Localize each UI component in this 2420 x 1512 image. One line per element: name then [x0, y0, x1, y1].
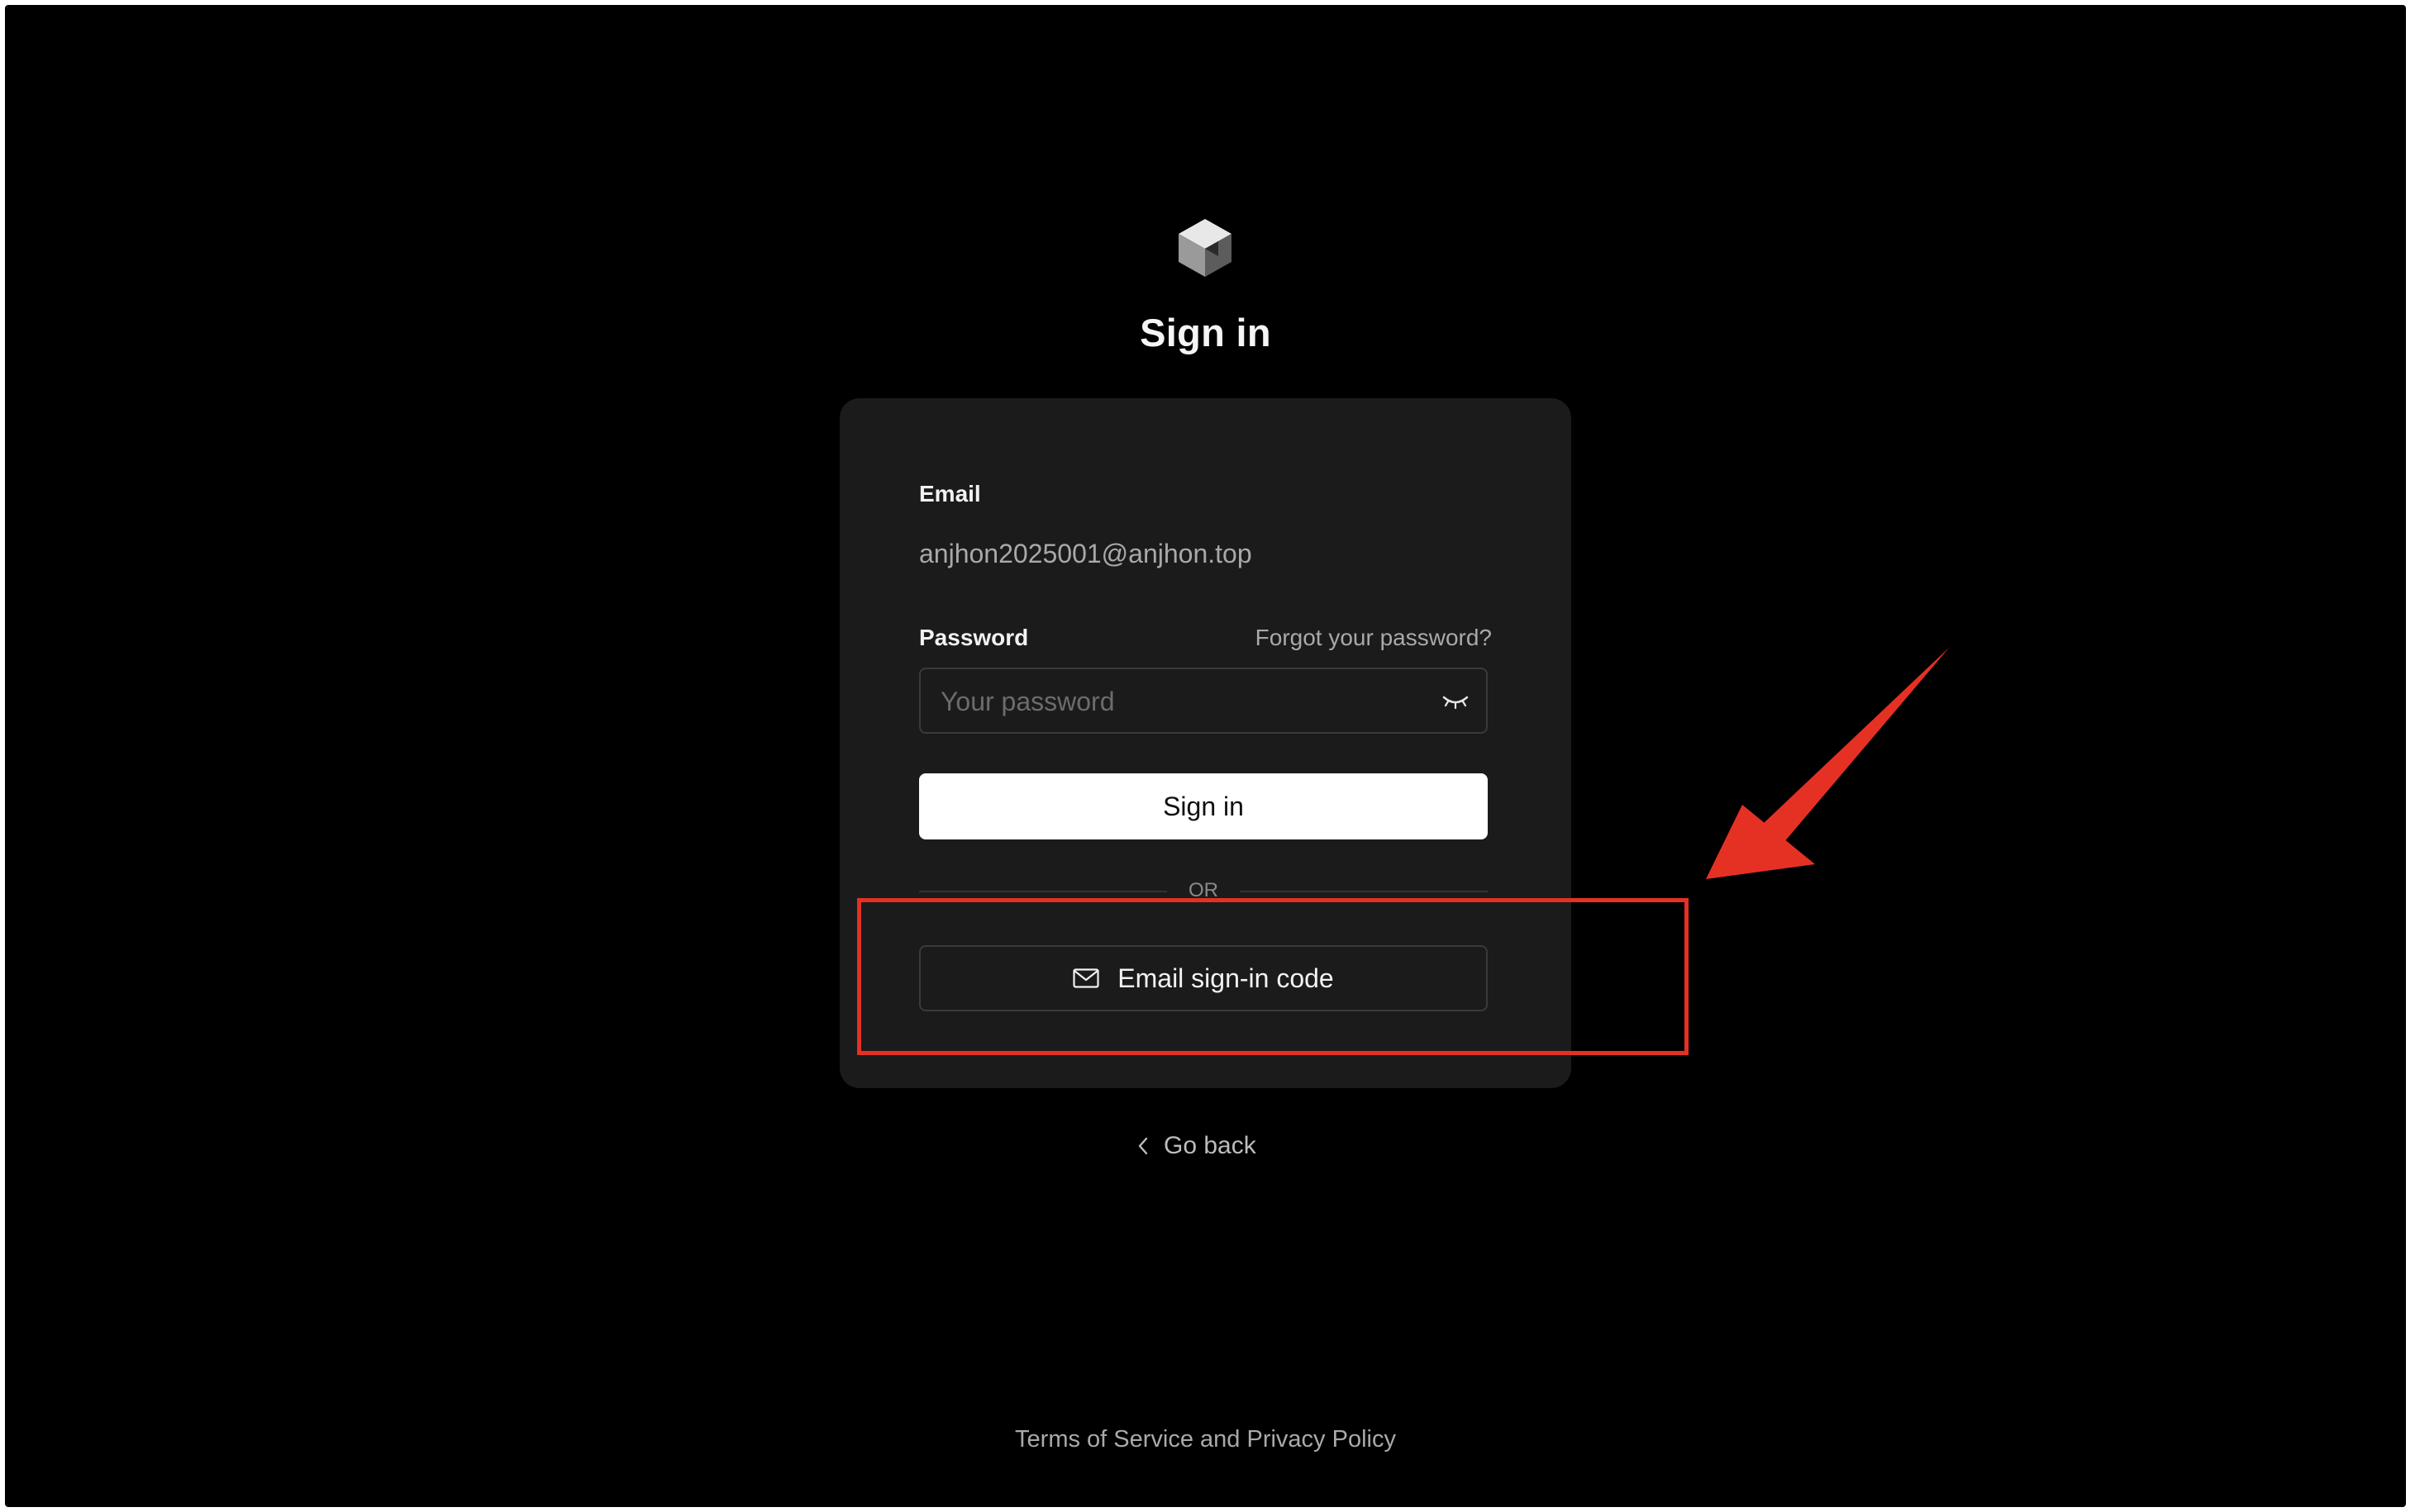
divider-right [1240, 891, 1488, 892]
password-input[interactable] [939, 669, 1422, 734]
email-label: Email [919, 481, 981, 506]
go-back-label: Go back [1164, 1132, 1256, 1159]
annotation-highlight-box [857, 898, 1689, 1055]
annotation-arrow-icon [1706, 648, 1949, 879]
app-window: Sign in Email anjhon2025001@anjhon.top P… [5, 5, 2406, 1507]
chevron-left-icon [1138, 1137, 1148, 1155]
cube-logo-icon [1179, 219, 1231, 277]
eye-closed-icon[interactable] [1441, 689, 1470, 714]
password-label: Password [919, 625, 1029, 650]
forgot-password-link[interactable]: Forgot your password? [1255, 625, 1492, 651]
password-field [919, 668, 1488, 734]
terms-privacy-link[interactable]: Terms of Service and Privacy Policy [5, 1426, 2406, 1453]
email-value: anjhon2025001@anjhon.top [919, 539, 1252, 568]
page-title: Sign in [1140, 311, 1271, 354]
divider-left [919, 891, 1167, 892]
go-back-link[interactable]: Go back [1137, 1132, 1256, 1160]
signin-button[interactable]: Sign in [919, 773, 1488, 839]
